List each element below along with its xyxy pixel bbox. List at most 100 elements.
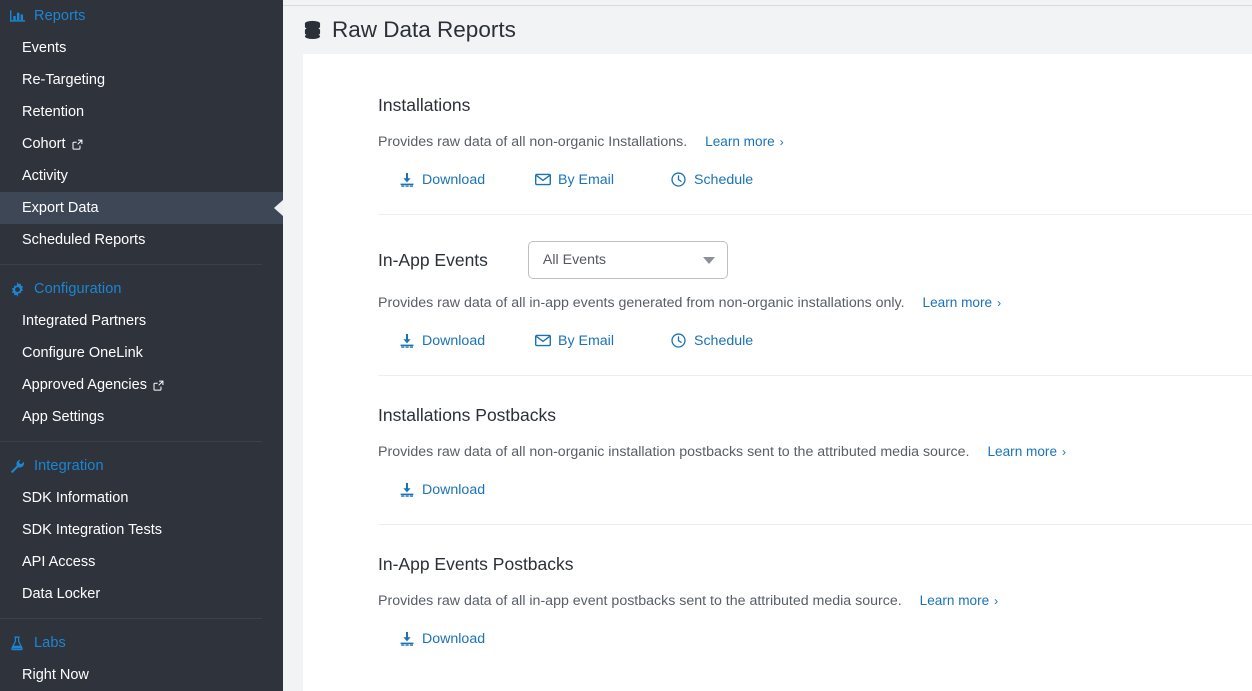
sidebar-item-cohort[interactable]: Cohort (0, 128, 283, 160)
chevron-right-icon: › (1062, 445, 1066, 459)
page-title-text: Raw Data Reports (332, 19, 516, 42)
page-title: Raw Data Reports (283, 6, 1252, 54)
section-in-app-events: In-App Events All Events Provides raw da… (303, 214, 1252, 375)
sidebar-item-integrated-partners[interactable]: Integrated Partners (0, 305, 283, 337)
section-description: Provides raw data of all non-organic Ins… (378, 134, 687, 151)
external-link-icon (153, 380, 164, 391)
sidebar-item-configure-onelink[interactable]: Configure OneLink (0, 337, 283, 369)
external-link-icon (72, 139, 83, 150)
app-root: Reports Events Re-Targeting Retention Co… (0, 0, 1252, 691)
sidebar-item-label: SDK Information (22, 491, 128, 506)
schedule-action[interactable]: Schedule (670, 171, 806, 188)
sidebar-item-label: Approved Agencies (22, 378, 147, 393)
section-description: Provides raw data of all non-organic ins… (378, 444, 969, 461)
download-action[interactable]: Download (398, 171, 534, 188)
sidebar-group-header-reports[interactable]: Reports (0, 0, 283, 32)
learn-more-link[interactable]: Learn more › (920, 593, 999, 608)
sidebar-item-label: Integrated Partners (22, 314, 146, 329)
flask-icon (8, 635, 26, 651)
sidebar-item-sdk-information[interactable]: SDK Information (0, 482, 283, 514)
action-label: Download (422, 631, 485, 647)
sidebar-group-header-integration[interactable]: Integration (0, 450, 283, 482)
chevron-right-icon: › (997, 296, 1001, 310)
section-actions: Download (378, 630, 1252, 647)
section-title: In-App Events Postbacks (378, 554, 574, 575)
section-actions: Download (378, 481, 1252, 498)
download-icon (398, 481, 415, 498)
sidebar-item-label: Configure OneLink (22, 346, 143, 361)
gear-icon (8, 281, 26, 297)
sidebar-item-retention[interactable]: Retention (0, 96, 283, 128)
section-header: Installations (378, 92, 1252, 118)
bar-chart-icon (8, 8, 26, 24)
chevron-right-icon: › (780, 135, 784, 149)
sidebar-item-re-targeting[interactable]: Re-Targeting (0, 64, 283, 96)
chevron-down-icon (703, 257, 715, 264)
by-email-action[interactable]: By Email (534, 332, 670, 349)
section-description-row: Provides raw data of all non-organic ins… (378, 444, 1252, 461)
events-filter-dropdown[interactable]: All Events (528, 241, 728, 279)
learn-more-label: Learn more (705, 134, 775, 149)
sidebar-group-reports: Reports Events Re-Targeting Retention Co… (0, 0, 283, 256)
chevron-right-icon: › (994, 594, 998, 608)
learn-more-link[interactable]: Learn more › (923, 295, 1002, 310)
section-actions: Download By Email Schedule (378, 332, 1252, 349)
action-label: Download (422, 482, 485, 498)
action-label: By Email (558, 333, 614, 349)
sidebar-group-label: Labs (34, 636, 66, 651)
sidebar-item-app-settings[interactable]: App Settings (0, 401, 283, 433)
learn-more-link[interactable]: Learn more › (987, 444, 1066, 459)
sidebar-item-label: App Settings (22, 410, 104, 425)
sidebar-item-label: Retention (22, 105, 84, 120)
clock-icon (670, 332, 687, 349)
sidebar-item-export-data[interactable]: Export Data (0, 192, 283, 224)
action-label: Download (422, 172, 485, 188)
sidebar-item-label: SDK Integration Tests (22, 523, 162, 538)
section-installations-postbacks: Installations Postbacks Provides raw dat… (303, 375, 1252, 524)
download-action[interactable]: Download (398, 630, 534, 647)
sidebar-item-right-now[interactable]: Right Now (0, 659, 283, 691)
download-action[interactable]: Download (398, 481, 534, 498)
action-label: Schedule (694, 333, 753, 349)
by-email-action[interactable]: By Email (534, 171, 670, 188)
sidebar-item-label: Scheduled Reports (22, 233, 145, 248)
sidebar-item-sdk-integration-tests[interactable]: SDK Integration Tests (0, 514, 283, 546)
section-description: Provides raw data of all in-app events g… (378, 295, 905, 312)
section-title: Installations Postbacks (378, 405, 556, 426)
learn-more-label: Learn more (923, 295, 993, 310)
sidebar-item-api-access[interactable]: API Access (0, 546, 283, 578)
section-installations: Installations Provides raw data of all n… (303, 54, 1252, 214)
sidebar-group-labs: Labs Right Now (0, 627, 283, 691)
sidebar-group-integration: Integration SDK Information SDK Integrat… (0, 450, 283, 610)
download-icon (398, 171, 415, 188)
sidebar-item-activity[interactable]: Activity (0, 160, 283, 192)
learn-more-label: Learn more (987, 444, 1057, 459)
action-label: Schedule (694, 172, 753, 188)
sidebar-separator (0, 618, 262, 619)
download-action[interactable]: Download (398, 332, 534, 349)
section-title: Installations (378, 95, 470, 116)
envelope-icon (534, 332, 551, 349)
schedule-action[interactable]: Schedule (670, 332, 806, 349)
sidebar-item-label: Data Locker (22, 587, 100, 602)
sidebar-item-approved-agencies[interactable]: Approved Agencies (0, 369, 283, 401)
sidebar-item-scheduled-reports[interactable]: Scheduled Reports (0, 224, 283, 256)
sidebar-group-configuration: Configuration Integrated Partners Config… (0, 273, 283, 433)
download-icon (398, 332, 415, 349)
main-content: Raw Data Reports Installations Provides … (283, 0, 1252, 691)
sidebar-item-events[interactable]: Events (0, 32, 283, 64)
sidebar-separator (0, 264, 262, 265)
reports-card: Installations Provides raw data of all n… (303, 54, 1252, 691)
sidebar-group-header-labs[interactable]: Labs (0, 627, 283, 659)
sidebar-item-label: Right Now (22, 668, 89, 683)
action-label: By Email (558, 172, 614, 188)
dropdown-selected-value: All Events (543, 253, 606, 267)
learn-more-link[interactable]: Learn more › (705, 134, 784, 149)
section-header: Installations Postbacks (378, 402, 1252, 428)
learn-more-label: Learn more (920, 593, 990, 608)
download-icon (398, 630, 415, 647)
sidebar-group-label: Reports (34, 9, 85, 24)
sidebar-group-header-configuration[interactable]: Configuration (0, 273, 283, 305)
sidebar-item-label: Re-Targeting (22, 73, 105, 88)
sidebar-item-data-locker[interactable]: Data Locker (0, 578, 283, 610)
